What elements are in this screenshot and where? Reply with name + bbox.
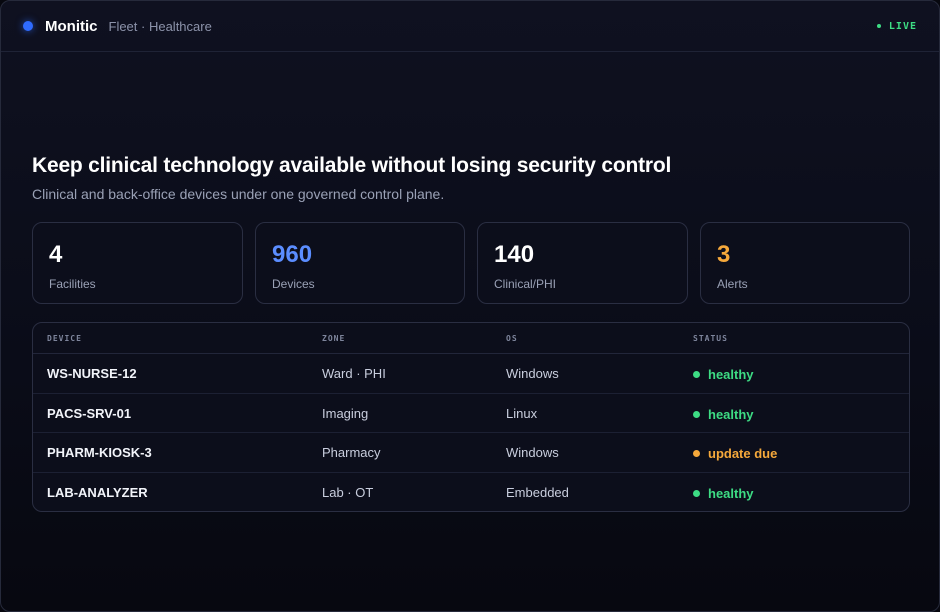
page-title: Keep clinical technology available witho… xyxy=(32,154,672,177)
device-zone: Pharmacy xyxy=(322,445,381,460)
brand-logo-icon xyxy=(23,21,33,31)
column-header-status[interactable]: STATUS xyxy=(693,334,728,343)
table-header: DEVICE ZONE OS STATUS xyxy=(33,323,909,354)
stat-label: Facilities xyxy=(49,277,96,291)
status-badge: healthy xyxy=(693,407,754,422)
column-header-device[interactable]: DEVICE xyxy=(47,334,82,343)
device-os: Windows xyxy=(506,445,559,460)
page-subtitle: Clinical and back-office devices under o… xyxy=(32,186,445,202)
stat-card-clinical-phi[interactable]: 140 Clinical/PHI xyxy=(477,222,688,304)
column-header-os[interactable]: OS xyxy=(506,334,518,343)
stat-card-devices[interactable]: 960 Devices xyxy=(255,222,465,304)
stat-card-facilities[interactable]: 4 Facilities xyxy=(32,222,243,304)
device-os: Embedded xyxy=(506,484,569,500)
status-label: healthy xyxy=(708,367,754,382)
status-dot-icon xyxy=(693,410,700,418)
table-row[interactable]: LAB-ANALYZER Lab · OT Embedded healthy xyxy=(33,473,909,512)
device-zone: Ward · PHI xyxy=(322,366,386,381)
status-label: healthy xyxy=(708,485,754,501)
stat-card-alerts[interactable]: 3 Alerts xyxy=(700,222,910,304)
device-name: PHARM-KIOSK-3 xyxy=(47,445,152,460)
device-os: Linux xyxy=(506,405,538,421)
stat-value: 140 xyxy=(494,241,535,268)
device-table: DEVICE ZONE OS STATUS WS-NURSE-12 Ward ·… xyxy=(32,322,910,512)
device-zone: Imaging xyxy=(322,405,369,421)
table-row[interactable]: PHARM-KIOSK-3 Pharmacy Windows update du… xyxy=(33,433,909,473)
status-badge: healthy xyxy=(693,367,754,382)
live-indicator: LIVE xyxy=(876,20,917,32)
device-zone: Lab · OT xyxy=(322,484,374,500)
stat-label: Clinical/PHI xyxy=(494,277,557,291)
status-label: update due xyxy=(708,446,778,461)
status-badge: update due xyxy=(693,446,777,461)
stat-label: Alerts xyxy=(717,277,748,291)
live-dot-icon xyxy=(876,24,881,28)
device-os: Windows xyxy=(506,366,559,381)
top-bar: Monitic Fleet · Healthcare LIVE xyxy=(1,1,939,52)
status-dot-icon xyxy=(693,489,700,497)
live-label: LIVE xyxy=(888,20,917,32)
status-dot-icon xyxy=(693,450,700,457)
table-row[interactable]: WS-NURSE-12 Ward · PHI Windows healthy xyxy=(33,354,909,394)
device-name: PACS-SRV-01 xyxy=(47,405,132,421)
status-label: healthy xyxy=(708,406,754,422)
stat-value: 4 xyxy=(49,241,63,268)
stats-row: 4 Facilities 960 Devices 140 Clinical/PH… xyxy=(32,222,910,304)
status-badge: healthy xyxy=(693,486,754,501)
column-header-zone[interactable]: ZONE xyxy=(322,334,345,343)
stat-value: 3 xyxy=(717,241,731,268)
app-window: Monitic Fleet · Healthcare LIVE Keep cli… xyxy=(0,0,940,612)
stat-value: 960 xyxy=(272,241,313,268)
stat-label: Devices xyxy=(272,277,315,291)
device-name: WS-NURSE-12 xyxy=(47,366,137,381)
table-row[interactable]: PACS-SRV-01 Imaging Linux healthy xyxy=(33,394,909,433)
fleet-context-label: Fleet · Healthcare xyxy=(108,18,212,34)
status-dot-icon xyxy=(693,371,700,378)
device-name: LAB-ANALYZER xyxy=(47,484,148,500)
brand-name[interactable]: Monitic xyxy=(45,18,98,35)
